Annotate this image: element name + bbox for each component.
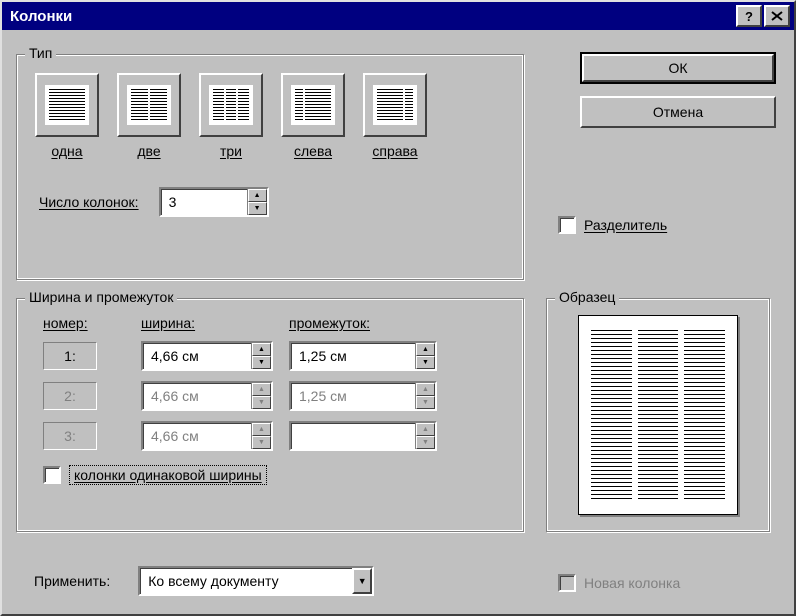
apply-dropdown[interactable]: Ко всему документу ▼: [138, 566, 374, 596]
chevron-down-icon: ▼: [352, 568, 372, 594]
separator-label: Разделитель: [584, 217, 667, 233]
preset-three-label: три: [220, 143, 242, 159]
spinner-down-icon[interactable]: ▼: [252, 396, 271, 409]
spinner-up-icon[interactable]: ▲: [416, 383, 435, 396]
preset-three[interactable]: [199, 73, 263, 137]
num-columns-spinner[interactable]: 3 ▲ ▼: [159, 187, 269, 217]
window-title: Колонки: [6, 8, 72, 25]
spinner-down-icon[interactable]: ▼: [416, 436, 435, 449]
row1-gap-spinner[interactable]: 1,25 см▲▼: [289, 341, 437, 371]
titlebar: Колонки ?: [2, 2, 794, 30]
row2-width-spinner[interactable]: 4,66 см▲▼: [141, 381, 273, 411]
spinner-up-icon[interactable]: ▲: [252, 423, 271, 436]
preset-left-label: слева: [294, 143, 332, 159]
col-num-header: номер:: [43, 315, 125, 331]
separator-checkbox[interactable]: [558, 216, 576, 234]
spinner-up-icon[interactable]: ▲: [416, 343, 435, 356]
preset-one[interactable]: [35, 73, 99, 137]
width-legend: Ширина и промежуток: [25, 289, 177, 305]
preset-two-label: две: [137, 143, 160, 159]
separator-row: Разделитель: [558, 216, 667, 234]
preset-one-label: одна: [51, 143, 82, 159]
spinner-down-icon[interactable]: ▼: [252, 356, 271, 369]
type-group: Тип одна две: [16, 54, 524, 280]
close-button[interactable]: [764, 5, 790, 27]
spinner-down-icon[interactable]: ▼: [416, 396, 435, 409]
row3-num: 3:: [43, 422, 97, 450]
new-column-checkbox: [558, 574, 576, 592]
num-columns-label: Число колонок:: [39, 194, 139, 210]
col-gap-header: промежуток:: [289, 315, 437, 331]
row3-width-spinner[interactable]: 4,66 см▲▼: [141, 421, 273, 451]
preset-two[interactable]: [117, 73, 181, 137]
preset-right[interactable]: [363, 73, 427, 137]
cancel-button[interactable]: Отмена: [580, 96, 776, 128]
preset-left[interactable]: [281, 73, 345, 137]
spinner-up-icon[interactable]: ▲: [248, 189, 267, 202]
spinner-up-icon[interactable]: ▲: [252, 383, 271, 396]
row1-width-spinner[interactable]: 4,66 см▲▼: [141, 341, 273, 371]
spinner-up-icon[interactable]: ▲: [416, 423, 435, 436]
equal-width-checkbox[interactable]: [43, 466, 61, 484]
row2-num: 2:: [43, 382, 97, 410]
preset-right-label: справа: [372, 143, 417, 159]
spinner-up-icon[interactable]: ▲: [252, 343, 271, 356]
preview-legend: Образец: [555, 289, 619, 305]
preview-group: Образец: [546, 298, 770, 532]
type-legend: Тип: [25, 45, 56, 61]
close-icon: [771, 11, 783, 21]
row2-gap-spinner[interactable]: 1,25 см▲▼: [289, 381, 437, 411]
spinner-down-icon[interactable]: ▼: [248, 202, 267, 215]
spinner-down-icon[interactable]: ▼: [252, 436, 271, 449]
new-column-label: Новая колонка: [584, 575, 680, 591]
width-spacing-group: Ширина и промежуток номер: ширина: проме…: [16, 298, 524, 532]
dialog-window: Колонки ? Тип одна: [0, 0, 796, 616]
row1-num: 1:: [43, 342, 97, 370]
row3-gap-spinner[interactable]: ▲▼: [289, 421, 437, 451]
ok-button[interactable]: ОК: [580, 52, 776, 84]
new-column-row: Новая колонка: [558, 574, 680, 592]
preview-page: [578, 315, 738, 515]
col-width-header: ширина:: [141, 315, 273, 331]
equal-width-label: колонки одинаковой ширины: [69, 465, 267, 485]
num-columns-value: 3: [161, 189, 247, 215]
help-button[interactable]: ?: [736, 5, 762, 27]
apply-value: Ко всему документу: [140, 573, 352, 589]
spinner-down-icon[interactable]: ▼: [416, 356, 435, 369]
apply-label: Применить:: [34, 573, 110, 589]
